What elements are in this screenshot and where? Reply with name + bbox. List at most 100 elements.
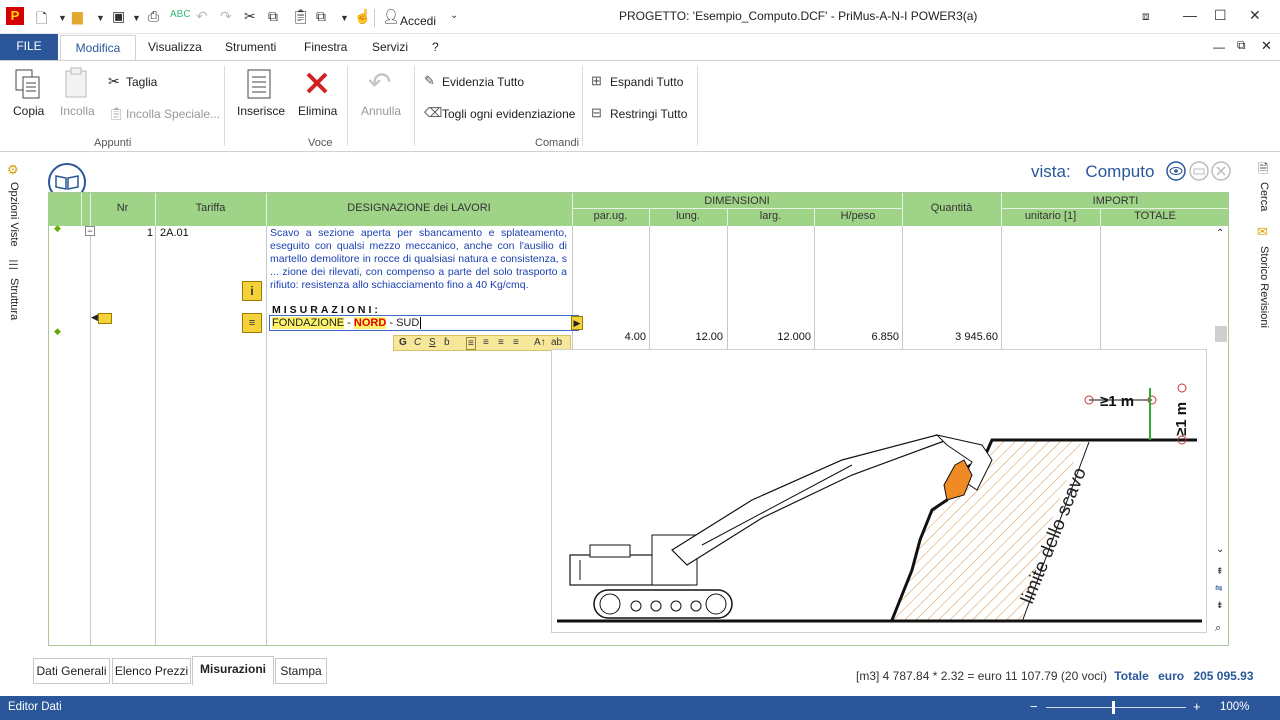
scroll-down-icon[interactable]: ⌄ bbox=[1216, 544, 1224, 555]
edit-confirm-icon[interactable]: ▶ bbox=[571, 316, 583, 330]
accedi-button[interactable]: Accedi bbox=[400, 14, 436, 28]
file-menu[interactable]: FILE bbox=[0, 34, 58, 60]
tab-misurazioni[interactable]: Misurazioni bbox=[192, 656, 274, 685]
scroll-mark-icon[interactable]: ⇋ bbox=[1215, 583, 1223, 594]
row-tariffa[interactable]: 2A.01 bbox=[160, 227, 189, 239]
touch-mode-icon[interactable]: ☝ bbox=[354, 8, 371, 25]
font-size-icon[interactable]: A↑ bbox=[534, 337, 546, 348]
tab-finestra[interactable]: Finestra bbox=[304, 40, 347, 54]
redo-icon[interactable]: ↷ bbox=[220, 8, 232, 25]
scroll-bottom-icon[interactable]: ⇟ bbox=[1216, 600, 1224, 611]
paste-icon[interactable]: 📋︎ bbox=[292, 8, 310, 25]
col-larg-header[interactable]: larg. bbox=[727, 210, 814, 222]
new-dropdown-icon[interactable]: ▼ bbox=[58, 13, 67, 23]
sidebar-cerca[interactable]: Cerca bbox=[1258, 182, 1270, 211]
zoom-in-button[interactable]: + bbox=[1193, 699, 1201, 714]
info-icon[interactable]: i bbox=[242, 281, 262, 301]
print-icon[interactable]: ⎙ bbox=[148, 8, 159, 25]
restore-ribbon-icon[interactable]: ⧈ bbox=[1142, 9, 1150, 24]
zoom-out-button[interactable]: − bbox=[1030, 699, 1038, 714]
open-dropdown-icon[interactable]: ▼ bbox=[96, 13, 105, 23]
view-eye-icon[interactable] bbox=[1166, 161, 1186, 181]
sidebar-opzioni-viste[interactable]: Opzioni Viste bbox=[8, 182, 20, 247]
scroll-thumb[interactable] bbox=[1215, 326, 1227, 342]
incolla-button[interactable]: Incolla bbox=[60, 104, 95, 118]
row-larg2: 12.000 bbox=[777, 331, 811, 343]
zoom-icon[interactable]: ⌕ bbox=[1215, 622, 1221, 635]
close-icon[interactable]: ✕ bbox=[1249, 7, 1261, 24]
annulla-button[interactable]: Annulla bbox=[361, 104, 401, 118]
bold-button[interactable]: G bbox=[399, 337, 407, 348]
tab-modifica[interactable]: Modifica bbox=[60, 35, 136, 61]
tab-servizi[interactable]: Servizi bbox=[372, 40, 408, 54]
user-icon[interactable]: 👤︎ bbox=[382, 8, 400, 25]
undo-icon[interactable]: ↶ bbox=[196, 8, 208, 25]
measurement-edit-field[interactable]: FONDAZIONE - NORD - SUD bbox=[269, 315, 579, 331]
taglia-button[interactable]: Taglia bbox=[126, 75, 157, 89]
elimina-button[interactable]: Elimina bbox=[298, 104, 337, 118]
scroll-top-icon[interactable]: ⇞ bbox=[1216, 566, 1224, 577]
tab-dati-generali[interactable]: Dati Generali bbox=[33, 658, 110, 684]
copy-icon[interactable]: ⧉ bbox=[268, 8, 278, 25]
scroll-up-icon[interactable]: ⌃ bbox=[1216, 228, 1224, 239]
italic-button[interactable]: C bbox=[414, 337, 421, 348]
tab-stampa[interactable]: Stampa bbox=[275, 658, 327, 684]
view-print-icon[interactable] bbox=[1189, 161, 1209, 181]
header-divider bbox=[81, 193, 82, 226]
customize-qa-icon[interactable]: ⌄ bbox=[450, 10, 458, 21]
collapse-row-icon[interactable]: − bbox=[85, 226, 95, 236]
col-parug-header[interactable]: par.ug. bbox=[572, 210, 649, 222]
col-tariffa-header[interactable]: Tariffa bbox=[155, 202, 266, 214]
spellcheck-icon[interactable]: ABC bbox=[170, 9, 191, 20]
paste-dropdown-icon[interactable]: ▼ bbox=[340, 13, 349, 23]
copia-button[interactable]: Copia bbox=[13, 104, 44, 118]
clear-format-button[interactable]: ab bbox=[551, 337, 562, 348]
align-center-icon[interactable]: ≡ bbox=[483, 337, 489, 348]
vista-prefix: vista: bbox=[1031, 162, 1071, 181]
save-icon[interactable]: ▣ bbox=[112, 8, 125, 25]
incolla-speciale-button[interactable]: Incolla Speciale... bbox=[126, 107, 220, 121]
col-designazione-header[interactable]: DESIGNAZIONE dei LAVORI bbox=[266, 202, 572, 214]
tab-help[interactable]: ? bbox=[432, 40, 439, 54]
row-marker-icon: ◆ bbox=[54, 326, 61, 336]
grid-scrollbar[interactable]: ⌃ ⌄ ⇞ ⇋ ⇟ ⌕ bbox=[1212, 226, 1228, 645]
col-hpeso-header[interactable]: H/peso bbox=[814, 210, 902, 222]
tab-elenco-prezzi[interactable]: Elenco Prezzi bbox=[112, 658, 191, 684]
save-dropdown-icon[interactable]: ▼ bbox=[132, 13, 141, 23]
row-description[interactable]: Scavo a sezione aperta per sbancamento e… bbox=[270, 227, 567, 292]
tab-visualizza[interactable]: Visualizza bbox=[148, 40, 202, 54]
align-right-icon[interactable]: ≡ bbox=[498, 337, 504, 348]
view-settings-icon[interactable] bbox=[1211, 161, 1231, 181]
minimize-icon[interactable]: — bbox=[1183, 7, 1197, 23]
paste-special-icon[interactable]: ⧉ bbox=[316, 8, 326, 25]
col-quantita-header[interactable]: Quantità bbox=[902, 202, 1001, 214]
align-left-icon[interactable]: ≡ bbox=[466, 337, 476, 350]
zoom-slider-thumb[interactable] bbox=[1112, 701, 1115, 714]
notes-icon[interactable]: ≡ bbox=[242, 313, 262, 333]
col-unitario-header[interactable]: unitario [1] bbox=[1001, 210, 1100, 222]
maximize-icon[interactable]: ☐ bbox=[1214, 7, 1227, 24]
evidenzia-tutto-button[interactable]: Evidenzia Tutto bbox=[442, 75, 524, 89]
togli-evidenziazione-button[interactable]: Togli ogni evidenziazione bbox=[442, 107, 575, 121]
strikethrough-icon[interactable]: ɓ bbox=[444, 337, 450, 348]
col-lung-header[interactable]: lung. bbox=[649, 210, 727, 222]
tab-strumenti[interactable]: Strumenti bbox=[225, 40, 276, 54]
doc-restore-icon[interactable]: ⧉ bbox=[1237, 38, 1246, 53]
row-edit-icon[interactable] bbox=[98, 313, 112, 324]
row-lung: 4.00 bbox=[624, 331, 646, 343]
sidebar-storico-revisioni[interactable]: Storico Revisioni bbox=[1258, 246, 1270, 328]
doc-minimize-icon[interactable]: — bbox=[1213, 40, 1225, 54]
inserisce-button[interactable]: Inserisce bbox=[237, 104, 285, 118]
new-document-icon[interactable]: 🗋 bbox=[36, 8, 47, 32]
underline-button[interactable]: S bbox=[429, 337, 436, 348]
cut-icon[interactable]: ✂ bbox=[244, 8, 256, 25]
espandi-tutto-button[interactable]: Espandi Tutto bbox=[610, 75, 683, 89]
doc-close-icon[interactable]: ✕ bbox=[1261, 38, 1272, 54]
open-folder-icon[interactable]: ▆ bbox=[72, 8, 83, 25]
restringi-tutto-button[interactable]: Restringi Tutto bbox=[610, 107, 687, 121]
align-justify-icon[interactable]: ≡ bbox=[513, 337, 519, 348]
col-nr-header[interactable]: Nr bbox=[90, 202, 155, 214]
zoom-slider-track[interactable] bbox=[1046, 707, 1186, 708]
col-totale-header[interactable]: TOTALE bbox=[1100, 210, 1210, 222]
sidebar-struttura[interactable]: Struttura bbox=[8, 278, 20, 320]
